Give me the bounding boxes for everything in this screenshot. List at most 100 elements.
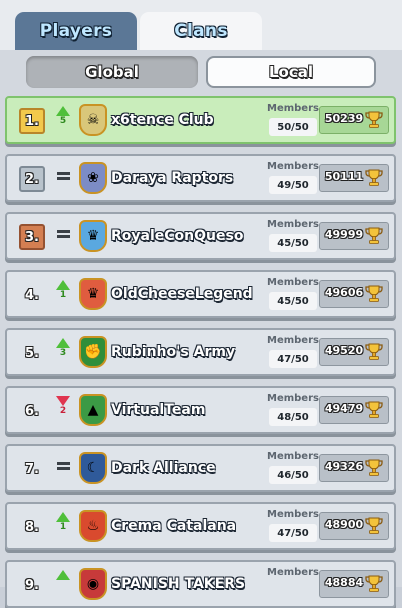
rank-change: 5	[59, 116, 67, 126]
members-count: 48/50	[269, 408, 317, 426]
clan-row[interactable]: 4. 1 ♛ OldCheeseLegend Members 45/50 49606	[5, 270, 396, 318]
rank-down-icon: 2	[56, 396, 70, 424]
trophy-count: 49606	[324, 286, 364, 299]
clan-badge-lotus-icon: ❀	[79, 162, 107, 194]
trophy-count: 49520	[324, 344, 364, 357]
rank-up-icon	[56, 570, 70, 598]
trophy-count: 49999	[324, 228, 364, 241]
rank-change: 1	[59, 290, 67, 300]
clan-name: Rubinho's Army	[111, 344, 236, 360]
clan-badge-crown-icon: ♛	[79, 278, 107, 310]
clan-row[interactable]: 1. 5 ☠ x6tence Club Members 50/50 50239	[5, 96, 396, 144]
members-label: Members	[267, 219, 319, 230]
rank-up-icon: 3	[56, 338, 70, 366]
tab-players[interactable]: Players	[15, 12, 137, 50]
rank-number: 9.	[25, 577, 39, 593]
clan-name: Dark Alliance	[111, 460, 216, 476]
members-count: 46/50	[269, 466, 317, 484]
rank-number: 5.	[25, 345, 39, 361]
rank-same-icon	[56, 454, 70, 482]
clan-name: VirtualTeam	[111, 402, 206, 418]
clan-row[interactable]: 7. ☾ Dark Alliance Members 46/50 49326	[5, 444, 396, 492]
members-count: 47/50	[269, 350, 317, 368]
rank-number: 7.	[25, 461, 39, 477]
trophy-icon	[365, 111, 383, 128]
members-label: Members	[267, 451, 319, 462]
members-label: Members	[267, 277, 319, 288]
scope-local-button[interactable]: Local	[206, 56, 376, 88]
trophy-box: 49326	[319, 454, 389, 482]
rank-number: 2.	[19, 166, 45, 192]
clan-row[interactable]: 5. 3 ✊ Rubinho's Army Members 47/50 49520	[5, 328, 396, 376]
trophy-count: 49326	[324, 460, 364, 473]
clan-name: RoyaleConQueso	[111, 228, 244, 244]
trophy-icon	[365, 169, 383, 186]
rank-number: 6.	[25, 403, 39, 419]
clan-row[interactable]: 6. 2 ▲ VirtualTeam Members 48/50 49479	[5, 386, 396, 434]
clan-name: SPANISH TAKERS	[111, 576, 246, 592]
clan-badge-eye-icon: ◉	[79, 568, 107, 600]
trophy-box: 49479	[319, 396, 389, 424]
rank-up-icon: 1	[56, 280, 70, 308]
rank-same-icon	[56, 222, 70, 250]
members-label: Members	[267, 161, 319, 172]
clan-name: Crema Catalana	[111, 518, 237, 534]
trophy-icon	[365, 401, 383, 418]
rank-number: 1.	[19, 108, 45, 134]
clan-name: Daraya Raptors	[111, 170, 234, 186]
rank-up-icon: 5	[56, 106, 70, 134]
trophy-box: 50111	[319, 164, 389, 192]
trophy-icon	[365, 517, 383, 534]
clan-badge-triangle-icon: ▲	[79, 394, 107, 426]
rank-up-icon: 1	[56, 512, 70, 540]
trophy-count: 48884	[324, 576, 364, 589]
clan-row[interactable]: 2. ❀ Daraya Raptors Members 49/50 50111	[5, 154, 396, 202]
trophy-count: 49479	[324, 402, 364, 415]
clan-name: x6tence Club	[111, 112, 214, 128]
trophy-box: 50239	[319, 106, 389, 134]
rank-number: 4.	[25, 287, 39, 303]
tab-bar: Players Clans	[0, 0, 402, 50]
members-label: Members	[267, 393, 319, 404]
members-label: Members	[267, 509, 319, 520]
scope-toggle: Global Local	[0, 56, 402, 92]
members-count: 45/50	[269, 292, 317, 310]
trophy-box: 48900	[319, 512, 389, 540]
trophy-count: 48900	[324, 518, 364, 531]
clan-badge-flame-icon: ♨	[79, 510, 107, 542]
clan-row[interactable]: 8. 1 ♨ Crema Catalana Members 47/50 48900	[5, 502, 396, 550]
rank-number: 3.	[19, 224, 45, 250]
trophy-count: 50111	[324, 170, 364, 183]
trophy-icon	[365, 459, 383, 476]
clan-badge-fist-icon: ✊	[79, 336, 107, 368]
clan-name: OldCheeseLegend	[111, 286, 253, 302]
trophy-icon	[365, 285, 383, 302]
trophy-box: 49606	[319, 280, 389, 308]
trophy-icon	[365, 575, 383, 592]
trophy-box: 49520	[319, 338, 389, 366]
clan-badge-moon-icon: ☾	[79, 452, 107, 484]
members-count: 47/50	[269, 524, 317, 542]
trophy-count: 50239	[324, 112, 364, 125]
members-label: Members	[267, 335, 319, 346]
members-count: 45/50	[269, 234, 317, 252]
members-count: 49/50	[269, 176, 317, 194]
clan-badge-crown-icon: ♛	[79, 220, 107, 252]
rank-number: 8.	[25, 519, 39, 535]
rank-change: 3	[59, 348, 67, 358]
members-label: Members	[267, 567, 319, 578]
trophy-box: 49999	[319, 222, 389, 250]
rank-change: 2	[59, 406, 67, 416]
trophy-icon	[365, 227, 383, 244]
rank-same-icon	[56, 164, 70, 192]
tab-clans[interactable]: Clans	[140, 12, 262, 50]
members-count: 50/50	[269, 118, 317, 136]
trophy-icon	[365, 343, 383, 360]
trophy-box: 48884	[319, 570, 389, 598]
rank-change: 1	[59, 522, 67, 532]
members-label: Members	[267, 103, 319, 114]
scope-global-button[interactable]: Global	[26, 56, 198, 88]
clan-row[interactable]: 9. ◉ SPANISH TAKERS Members 48884	[5, 560, 396, 608]
clan-badge-skull-icon: ☠	[79, 104, 107, 136]
clan-row[interactable]: 3. ♛ RoyaleConQueso Members 45/50 49999	[5, 212, 396, 260]
